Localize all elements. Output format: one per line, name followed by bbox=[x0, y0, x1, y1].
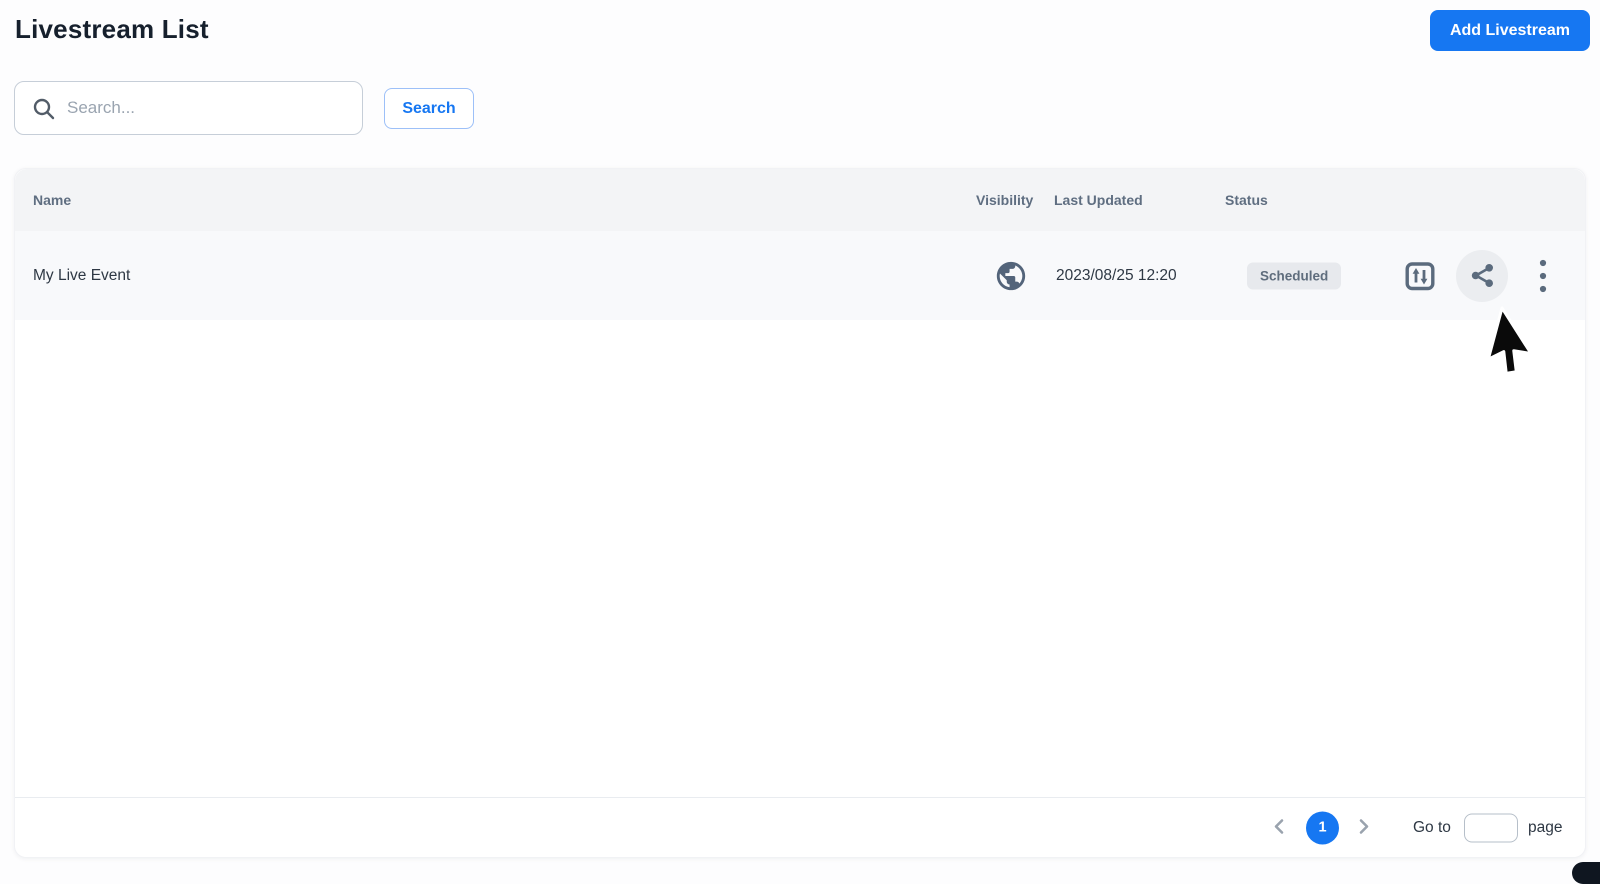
column-header-name: Name bbox=[33, 169, 71, 231]
column-header-visibility: Visibility bbox=[976, 169, 1033, 231]
goto-page-input[interactable] bbox=[1464, 813, 1518, 842]
column-header-status: Status bbox=[1225, 169, 1268, 231]
chevron-left-icon bbox=[1272, 817, 1286, 835]
last-updated-value: 2023/08/25 12:20 bbox=[1056, 267, 1177, 285]
share-icon bbox=[1469, 262, 1496, 289]
page-title: Livestream List bbox=[15, 14, 209, 45]
more-options-button[interactable] bbox=[1532, 256, 1554, 296]
add-livestream-button[interactable]: Add Livestream bbox=[1430, 10, 1590, 51]
livestream-name: My Live Event bbox=[33, 267, 130, 285]
chevron-right-icon bbox=[1357, 817, 1371, 835]
stream-settings-button[interactable] bbox=[1405, 261, 1435, 291]
status-badge: Scheduled bbox=[1247, 262, 1341, 289]
status-cell: Scheduled bbox=[1247, 262, 1341, 289]
livestream-table-card: Name Visibility Last Updated Status My L… bbox=[14, 168, 1586, 858]
search-input[interactable] bbox=[15, 82, 362, 134]
share-button[interactable] bbox=[1456, 250, 1508, 302]
search-box bbox=[14, 81, 363, 135]
column-header-last-updated: Last Updated bbox=[1054, 169, 1143, 231]
table-footer: 1 Go to page bbox=[15, 797, 1585, 857]
floating-chat-widget[interactable] bbox=[1572, 862, 1600, 884]
page-number-button[interactable]: 1 bbox=[1306, 811, 1339, 844]
search-button[interactable]: Search bbox=[384, 88, 474, 129]
next-page-button[interactable] bbox=[1353, 813, 1375, 842]
stream-settings-icon bbox=[1405, 261, 1435, 291]
livestream-list-page: Livestream List Add Livestream Search Na… bbox=[0, 0, 1600, 871]
table-header: Name Visibility Last Updated Status bbox=[15, 169, 1585, 231]
page-label: page bbox=[1528, 819, 1562, 837]
goto-label: Go to bbox=[1413, 819, 1451, 837]
more-options-icon bbox=[1539, 259, 1547, 293]
previous-page-button[interactable] bbox=[1268, 813, 1290, 842]
globe-icon bbox=[994, 259, 1028, 293]
table-row[interactable]: My Live Event 2023/08/25 12:20 Scheduled bbox=[15, 231, 1585, 320]
